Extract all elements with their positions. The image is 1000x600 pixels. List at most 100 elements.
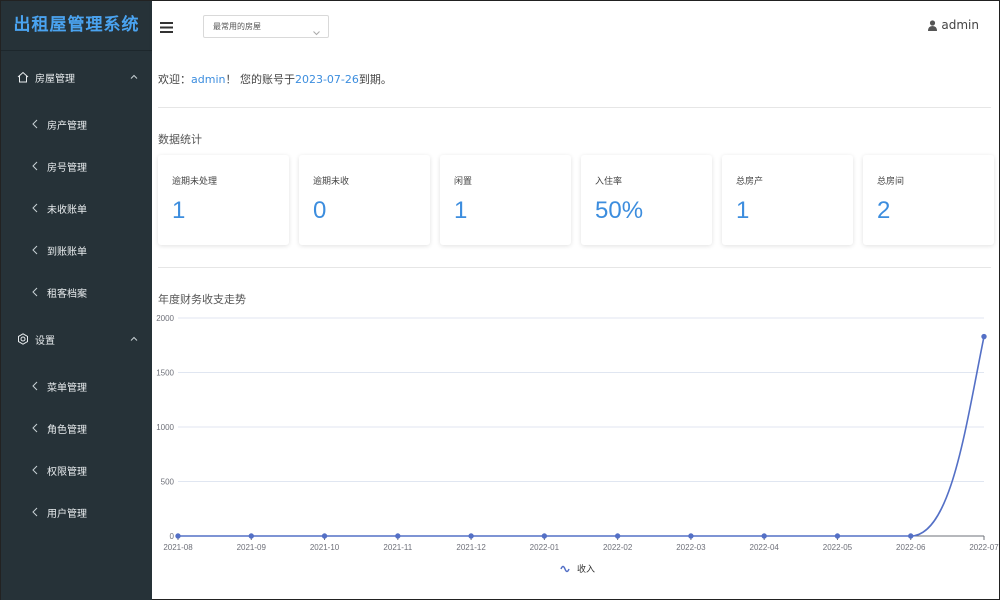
divider <box>158 107 991 108</box>
stat-value: 0 <box>313 197 327 224</box>
menu-group-house: 房屋管理 房产管理 房号管理 未收账单 到账账单 租客档案 <box>1 51 152 313</box>
legend-label: 收入 <box>577 563 595 574</box>
chevron-left-icon <box>31 161 39 171</box>
menu-head-settings[interactable]: 设置 <box>1 313 152 365</box>
sidebar-item-label: 权限管理 <box>47 466 87 478</box>
chevron-up-icon <box>129 72 139 82</box>
stat-card-occupancy-rate[interactable]: 入住率 50% <box>581 155 712 245</box>
stat-card-overdue-unprocessed[interactable]: 逾期未处理 1 <box>158 155 289 245</box>
chart-title: 年度财务收支走势 <box>158 293 246 306</box>
stat-card-total-properties[interactable]: 总房产 1 <box>722 155 853 245</box>
welcome-user: admin <box>191 73 226 86</box>
app-title: 出租屋管理系统 <box>1 1 152 51</box>
data-point <box>981 333 987 340</box>
x-tick-label: 2022-04 <box>750 543 780 552</box>
data-point <box>468 533 474 539</box>
x-tick-label: 2021-11 <box>383 543 412 552</box>
home-icon <box>17 71 29 83</box>
welcome-prefix: 欢迎： <box>158 73 191 86</box>
x-tick-label: 2022-03 <box>676 543 706 552</box>
data-point <box>395 533 401 539</box>
stat-value: 50% <box>595 197 644 224</box>
stat-value: 2 <box>877 197 891 224</box>
data-point <box>175 533 181 539</box>
stat-label: 逾期未收 <box>313 177 350 187</box>
chevron-left-icon <box>31 423 39 433</box>
chevron-down-icon <box>313 23 320 36</box>
line-chart-svg: 0 500 1000 1500 2000 2021-08 2021-09 2021-10 202… <box>156 314 999 574</box>
gear-icon <box>17 333 29 345</box>
stat-label: 逾期未处理 <box>172 177 218 187</box>
sidebar-item-label: 房产管理 <box>47 120 87 132</box>
stat-card-overdue-unpaid[interactable]: 逾期未收 0 <box>299 155 430 245</box>
data-point <box>688 533 694 539</box>
sidebar-item-label: 租客档案 <box>47 288 87 300</box>
x-tick-label: 2021-10 <box>310 543 340 552</box>
chevron-left-icon <box>31 119 39 129</box>
data-point <box>908 533 914 539</box>
y-tick-label: 2000 <box>156 314 174 323</box>
y-tick-label: 500 <box>161 478 175 487</box>
house-select[interactable]: 最常用的房屋 <box>203 15 329 38</box>
user-menu[interactable]: admin <box>928 18 979 32</box>
data-point <box>761 533 767 539</box>
sidebar-item-label: 到账账单 <box>47 246 87 258</box>
sidebar-item-permissions[interactable]: 权限管理 <box>1 449 152 491</box>
divider <box>158 267 991 268</box>
user-icon <box>928 19 938 31</box>
stat-label: 总房产 <box>736 177 764 187</box>
sidebar-item-property[interactable]: 房产管理 <box>1 103 152 145</box>
data-point <box>321 533 328 539</box>
sidebar-item-label: 房号管理 <box>47 162 87 174</box>
sidebar-item-roles[interactable]: 角色管理 <box>1 407 152 449</box>
stat-value: 1 <box>454 197 468 224</box>
sidebar-item-received-bills[interactable]: 到账账单 <box>1 229 152 271</box>
sidebar-item-users[interactable]: 用户管理 <box>1 491 152 533</box>
y-tick-label: 1500 <box>156 369 174 378</box>
series-line-income <box>177 336 985 537</box>
x-tick-label: 2021-09 <box>237 543 267 552</box>
sidebar-item-label: 未收账单 <box>47 204 87 216</box>
legend-line-icon <box>560 565 570 573</box>
data-point <box>541 533 548 539</box>
welcome-suffix: 到期。 <box>358 73 392 86</box>
username: admin <box>941 18 979 32</box>
menu-head-label: 房屋管理 <box>35 73 75 85</box>
chevron-left-icon <box>31 287 39 297</box>
stat-label: 入住率 <box>595 177 623 187</box>
stat-value: 1 <box>736 197 750 224</box>
chevron-left-icon <box>31 245 39 255</box>
x-tick-label: 2022-05 <box>823 543 853 552</box>
sidebar-item-label: 角色管理 <box>47 424 87 436</box>
sidebar-item-label: 用户管理 <box>47 508 87 520</box>
menu-head-label: 设置 <box>35 335 55 347</box>
x-tick-label: 2021-08 <box>163 543 193 552</box>
stat-card-total-rooms[interactable]: 总房间 2 <box>863 155 994 245</box>
expiry-date: 2023-07-26 <box>294 73 359 86</box>
stats-title: 数据统计 <box>158 133 202 146</box>
house-select-value: 最常用的房屋 <box>213 22 261 31</box>
x-tick-label: 2021-12 <box>456 543 486 552</box>
chevron-left-icon <box>31 203 39 213</box>
y-tick-label: 1000 <box>156 423 174 432</box>
data-point <box>614 533 621 539</box>
stats-cards: 逾期未处理 1 逾期未收 0 闲置 1 入住率 50% 总房产 1 总房间 2 <box>158 155 994 245</box>
stat-card-vacant[interactable]: 闲置 1 <box>440 155 571 245</box>
chevron-left-icon <box>31 381 39 391</box>
x-tick-label: 2022-02 <box>603 543 633 552</box>
chevron-left-icon <box>31 465 39 475</box>
sidebar-item-label: 菜单管理 <box>47 382 87 394</box>
sidebar-item-menus[interactable]: 菜单管理 <box>1 365 152 407</box>
welcome-message: 欢迎：admin！ 您的账号于2023-07-26到期。 <box>158 71 392 87</box>
sidebar-item-tenant-records[interactable]: 租客档案 <box>1 271 152 313</box>
chevron-up-icon <box>129 334 139 344</box>
menu-head-house-management[interactable]: 房屋管理 <box>1 51 152 103</box>
chevron-left-icon <box>31 507 39 517</box>
finance-chart: 0 500 1000 1500 2000 2021-08 2021-09 2021-10 202… <box>152 313 1000 600</box>
x-tick-label: 2022-06 <box>896 543 926 552</box>
sidebar-item-room-number[interactable]: 房号管理 <box>1 145 152 187</box>
sidebar-item-unpaid-bills[interactable]: 未收账单 <box>1 187 152 229</box>
welcome-middle: ！ 您的账号于 <box>225 73 295 86</box>
menu-group-settings: 设置 菜单管理 角色管理 权限管理 用户管理 <box>1 313 152 533</box>
menu-toggle-icon[interactable] <box>160 19 173 33</box>
